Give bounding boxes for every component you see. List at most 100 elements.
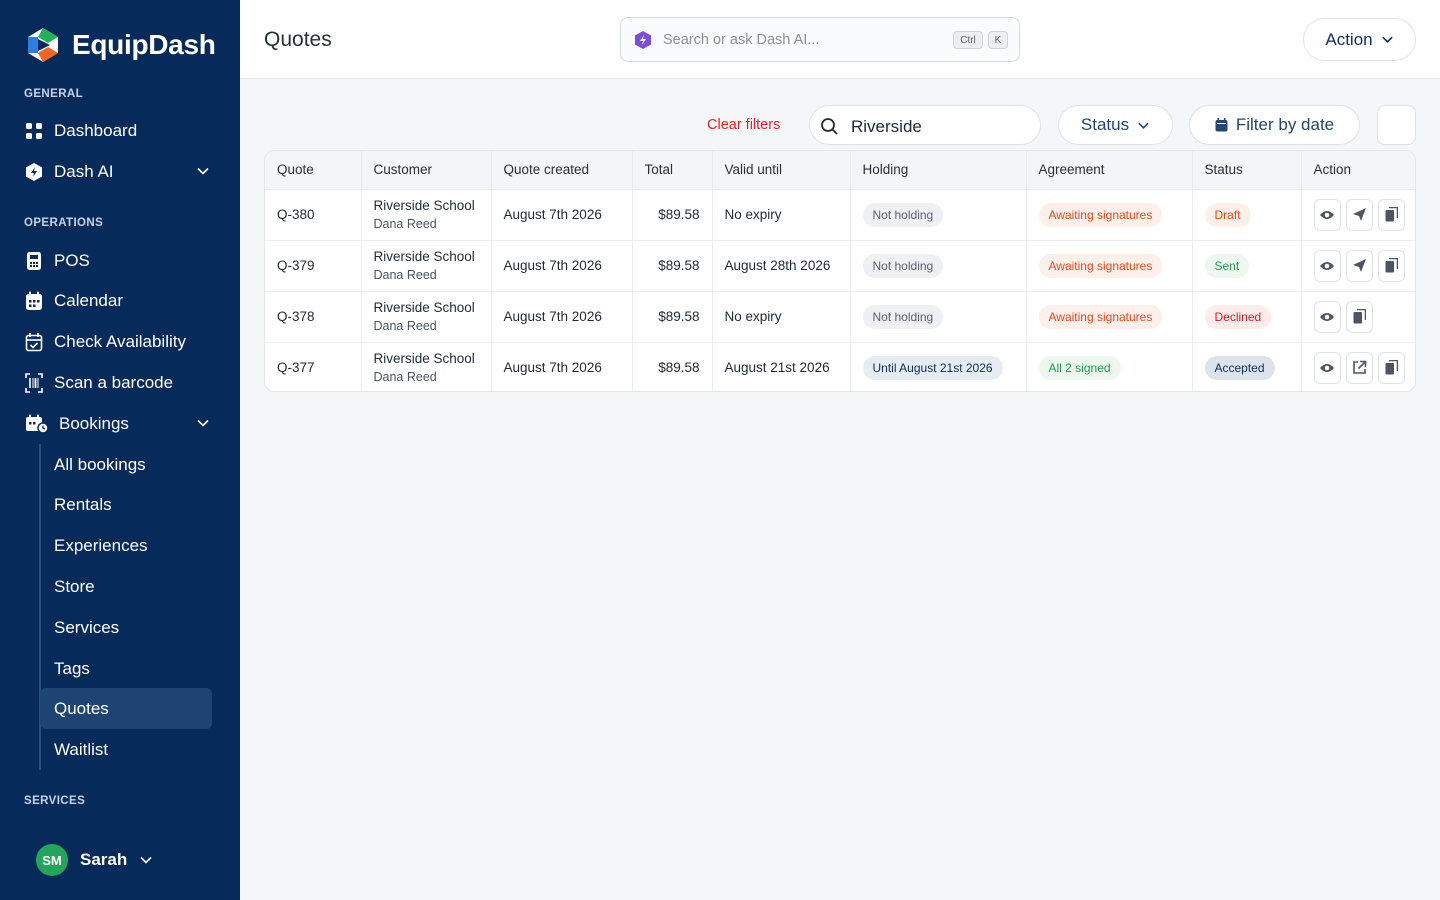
avatar: SM: [36, 844, 68, 876]
sidebar-item-label: Dash AI: [54, 162, 114, 181]
send-button[interactable]: [1345, 249, 1373, 282]
clear-filters-link[interactable]: Clear filters: [707, 117, 780, 133]
status-badge: Sent: [1204, 253, 1250, 278]
column-header-valid-until[interactable]: Valid until: [712, 151, 851, 189]
view-button[interactable]: [1313, 300, 1341, 333]
chevron-down-icon: [197, 167, 209, 175]
agreement-badge: Awaiting signatures: [1038, 202, 1163, 227]
table-row[interactable]: Q-378 Riverside School Dana Reed August 7…: [265, 290, 1415, 342]
sidebar-subitem-quotes[interactable]: Quotes: [54, 694, 109, 724]
status-cell: Accepted: [1192, 341, 1302, 391]
customer-contact: Dana Reed: [373, 216, 437, 231]
chevron-down-icon: [140, 856, 152, 864]
sidebar-item-scan-barcode[interactable]: Scan a barcode: [24, 366, 216, 400]
view-button[interactable]: [1313, 198, 1341, 231]
search-icon: [821, 118, 838, 135]
sidebar-item-label: Dashboard: [54, 121, 138, 140]
sidebar-subitem-experiences[interactable]: Experiences: [54, 531, 148, 561]
column-header-quote-created[interactable]: Quote created: [491, 151, 633, 189]
table-row[interactable]: Q-380 Riverside School Dana Reed August 7…: [265, 188, 1415, 240]
action-label: Action: [1325, 29, 1373, 49]
sidebar-item-label: Calendar: [54, 291, 123, 310]
status-badge: Draft: [1204, 202, 1251, 227]
valid-until: August 28th 2026: [712, 239, 851, 291]
valid-until: No expiry: [712, 290, 851, 342]
holding-cell: Not holding: [850, 290, 1027, 342]
quote-total: $89.58: [632, 290, 713, 342]
copy-button[interactable]: [1377, 198, 1405, 231]
section-general: GENERAL: [24, 88, 84, 100]
quote-id[interactable]: Q-377: [265, 341, 362, 391]
chevron-down-icon: [197, 419, 209, 427]
open-external-button[interactable]: [1345, 351, 1373, 384]
customer-cell: Riverside School Dana Reed: [361, 341, 492, 391]
more-options-button[interactable]: [1377, 105, 1416, 145]
agreement-cell: Awaiting signatures: [1026, 239, 1193, 291]
sidebar-item-label: POS: [54, 251, 90, 270]
copy-button[interactable]: [1377, 351, 1405, 384]
column-header-quote[interactable]: Quote: [265, 151, 362, 189]
sidebar-subitem-rentals[interactable]: Rentals: [54, 490, 112, 520]
sidebar-subitem-tags[interactable]: Tags: [54, 654, 90, 684]
view-button[interactable]: [1313, 249, 1341, 282]
column-header-customer[interactable]: Customer: [361, 151, 492, 189]
dash-ai-icon: [635, 31, 651, 49]
quote-created: August 7th 2026: [491, 341, 633, 391]
holding-cell: Until August 21st 2026: [850, 341, 1027, 391]
quote-search-input[interactable]: Riverside: [809, 105, 1041, 145]
view-button[interactable]: [1313, 351, 1341, 384]
table-row[interactable]: Q-377 Riverside School Dana Reed August 7…: [265, 341, 1415, 391]
pos-icon: [24, 251, 44, 271]
action-menu-button[interactable]: Action: [1303, 18, 1416, 61]
agreement-badge: All 2 signed: [1038, 355, 1121, 380]
filter-by-date-button[interactable]: Filter by date: [1189, 105, 1360, 145]
column-header-agreement[interactable]: Agreement: [1026, 151, 1193, 189]
eye-icon: [1320, 210, 1334, 219]
quote-id[interactable]: Q-379: [265, 239, 362, 291]
agreement-badge: Awaiting signatures: [1038, 304, 1163, 329]
sidebar-subitem-services[interactable]: Services: [54, 613, 119, 643]
equipdash-logo-icon: [28, 28, 58, 62]
sidebar-item-calendar[interactable]: Calendar: [24, 284, 216, 318]
status-filter-button[interactable]: Status: [1058, 105, 1173, 145]
copy-button[interactable]: [1377, 249, 1405, 282]
app-logo[interactable]: EquipDash: [24, 26, 216, 64]
quote-id[interactable]: Q-378: [265, 290, 362, 342]
column-header-total[interactable]: Total: [632, 151, 713, 189]
action-cell: [1301, 290, 1415, 342]
sidebar-item-pos[interactable]: POS: [24, 244, 216, 278]
sidebar-subitem-store[interactable]: Store: [54, 572, 95, 602]
sidebar-item-bookings[interactable]: Bookings: [24, 407, 216, 441]
send-icon: [1352, 259, 1366, 272]
page-title: Quotes: [264, 28, 332, 51]
valid-until: No expiry: [712, 188, 851, 240]
sidebar-subitem-all-bookings[interactable]: All bookings: [54, 450, 146, 480]
quote-id[interactable]: Q-380: [265, 188, 362, 240]
agreement-badge: Awaiting signatures: [1038, 253, 1163, 278]
table-row[interactable]: Q-379 Riverside School Dana Reed August 7…: [265, 239, 1415, 291]
send-button[interactable]: [1345, 198, 1373, 231]
search-placeholder: Search or ask Dash AI...: [663, 32, 820, 48]
sidebar-item-label: Check Availability: [54, 332, 186, 351]
customer-name: Riverside School: [373, 197, 475, 213]
sidebar-item-check-availability[interactable]: Check Availability: [24, 325, 216, 359]
status-badge: Declined: [1204, 304, 1272, 329]
sidebar-item-label: Bookings: [59, 414, 129, 433]
sidebar-item-dashboard[interactable]: Dashboard: [24, 114, 216, 148]
status-badge: Accepted: [1204, 355, 1275, 380]
column-header-status[interactable]: Status: [1192, 151, 1302, 189]
table-header-row: Quote Customer Quote created Total Valid…: [265, 151, 1415, 189]
sidebar-item-dash-ai[interactable]: Dash AI: [24, 155, 216, 189]
global-search-input[interactable]: Search or ask Dash AI... Ctrl K: [620, 17, 1020, 62]
action-cell: [1301, 341, 1415, 391]
sidebar-subitem-waitlist[interactable]: Waitlist: [54, 735, 108, 765]
bookings-icon: [24, 414, 49, 434]
kbd-k: K: [988, 31, 1008, 49]
copy-button[interactable]: [1345, 300, 1373, 333]
quotes-table: Quote Customer Quote created Total Valid…: [264, 150, 1416, 392]
app-name: EquipDash: [72, 29, 216, 60]
user-menu[interactable]: SM Sarah: [36, 844, 153, 876]
column-header-holding[interactable]: Holding: [850, 151, 1027, 189]
agreement-cell: Awaiting signatures: [1026, 290, 1193, 342]
eye-icon: [1320, 363, 1334, 372]
